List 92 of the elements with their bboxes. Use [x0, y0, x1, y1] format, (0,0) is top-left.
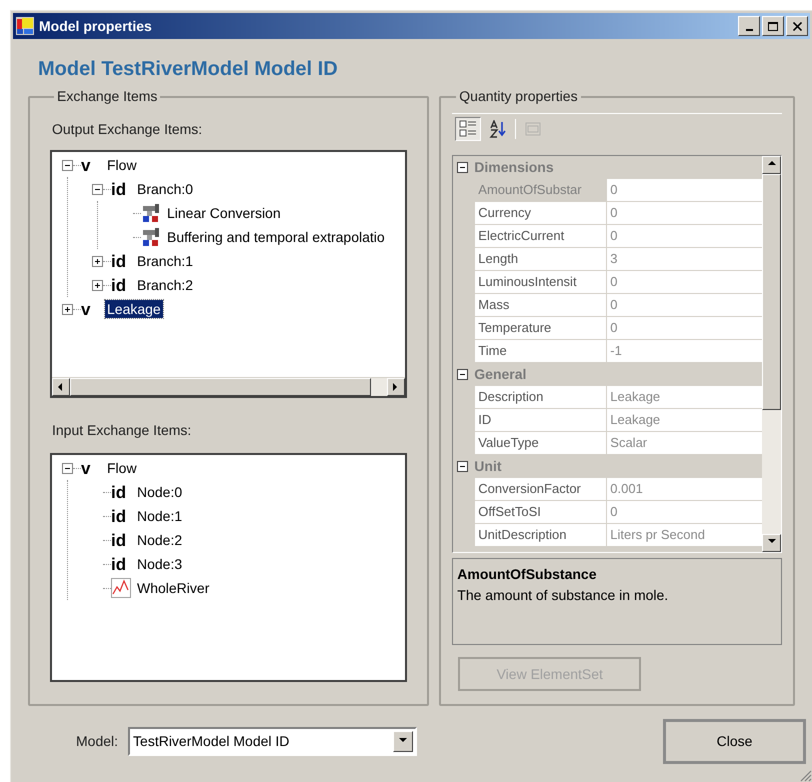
close-button[interactable]: [786, 16, 808, 36]
property-name-cell[interactable]: ID: [475, 409, 608, 431]
sort-az-icon: [489, 120, 508, 138]
property-value-cell: 0: [607, 501, 762, 523]
type-icon: id: [111, 508, 135, 524]
property-value-cell: -1: [607, 340, 762, 362]
expand-toggle[interactable]: [62, 462, 73, 474]
type-icon: v: [81, 300, 105, 318]
app-icon: [16, 17, 34, 35]
minimize-icon: [746, 28, 752, 30]
scrollbar-thumb[interactable]: [70, 378, 372, 396]
property-name-cell[interactable]: Time: [475, 340, 608, 362]
window-title: Model properties: [39, 16, 152, 36]
property-value-cell: Liters pr Second: [607, 524, 762, 546]
property-name-cell[interactable]: LuminousIntensit: [475, 271, 608, 293]
description-text: The amount of substance in mole.: [457, 586, 670, 605]
property-value-cell: Leakage: [607, 409, 762, 431]
input-items-label: Input Exchange Items:: [52, 421, 192, 440]
close-button[interactable]: Close: [663, 719, 806, 764]
categorized-list-icon: [459, 120, 478, 138]
property-name-cell[interactable]: Length: [475, 248, 608, 270]
tree-item[interactable]: Flow: [105, 156, 139, 174]
type-icon: id: [111, 484, 135, 500]
line-chart-icon: [111, 578, 131, 598]
property-name-cell[interactable]: ConversionFactor: [475, 478, 608, 500]
property-name-cell[interactable]: Temperature: [475, 317, 608, 339]
type-icon: id: [111, 556, 135, 572]
model-dropdown[interactable]: TestRiverModel Model ID: [128, 727, 418, 756]
collapse-toggle[interactable]: [457, 162, 468, 173]
output-items-label: Output Exchange Items:: [52, 120, 204, 139]
tree-item[interactable]: Node:3: [135, 555, 184, 573]
type-icon: v: [81, 460, 105, 476]
expand-toggle[interactable]: [92, 280, 103, 290]
close-icon: [792, 22, 802, 30]
tree-item[interactable]: WholeRiver: [135, 579, 212, 597]
property-name-cell[interactable]: UnitDescription: [475, 524, 608, 546]
property-value-cell: 3: [607, 248, 762, 270]
tree-item[interactable]: Buffering and temporal extrapolatio: [165, 228, 387, 246]
window-icon: [525, 122, 542, 136]
categorized-button[interactable]: [455, 116, 482, 140]
property-name-cell[interactable]: ValueType: [475, 432, 608, 454]
property-value-cell: 0.001: [607, 478, 762, 500]
type-icon: id: [111, 532, 135, 548]
converter-icon: [141, 227, 161, 247]
expand-toggle[interactable]: [92, 256, 103, 266]
property-value-cell: 0: [607, 317, 762, 339]
vertical-scrollbar[interactable]: [762, 156, 781, 552]
property-name-cell[interactable]: Currency: [475, 202, 608, 224]
group-legend: Quantity properties: [456, 86, 581, 107]
property-name-cell[interactable]: ElectricCurrent: [475, 225, 608, 247]
tree-item[interactable]: Flow: [105, 459, 139, 477]
description-title: AmountOfSubstance: [457, 565, 598, 584]
tree-item[interactable]: Leakage: [105, 300, 163, 318]
tree-item[interactable]: Node:2: [135, 531, 184, 549]
tree-item[interactable]: Node:0: [135, 483, 184, 501]
resize-grip-icon[interactable]: [800, 770, 812, 782]
group-legend: Exchange Items: [54, 86, 160, 107]
category-label: Dimensions: [474, 158, 554, 177]
maximize-icon: [768, 22, 778, 30]
expand-toggle[interactable]: [92, 184, 103, 194]
expand-toggle[interactable]: [62, 304, 73, 314]
converter-icon: [141, 203, 161, 223]
horizontal-scrollbar[interactable]: [52, 377, 406, 396]
collapse-toggle[interactable]: [457, 461, 468, 472]
collapse-toggle[interactable]: [457, 369, 468, 380]
tree-item[interactable]: Branch:2: [135, 276, 196, 294]
maximize-button[interactable]: [762, 16, 784, 36]
model-label: Model:: [76, 732, 118, 751]
property-name-cell[interactable]: Mass: [475, 294, 608, 316]
category-label: Unit: [474, 457, 502, 476]
type-icon: id: [111, 180, 135, 198]
property-value-cell: 0: [607, 202, 762, 224]
type-icon: id: [111, 276, 135, 294]
property-name-cell[interactable]: OffSetToSI: [475, 501, 608, 523]
property-name-cell[interactable]: Description: [475, 386, 608, 408]
category-label: General: [474, 365, 526, 384]
tree-item[interactable]: Node:1: [135, 507, 184, 525]
property-value-cell: 0: [607, 179, 762, 201]
property-value-cell: Scalar: [607, 432, 762, 454]
type-icon: id: [111, 252, 135, 270]
expand-toggle[interactable]: [62, 160, 73, 170]
minimize-button[interactable]: [738, 16, 760, 36]
tree-item[interactable]: Branch:0: [135, 180, 196, 198]
property-value-cell: 0: [607, 294, 762, 316]
property-value-cell: 0: [607, 271, 762, 293]
type-icon: v: [81, 156, 105, 174]
property-value-cell: Leakage: [607, 386, 762, 408]
model-heading: Model TestRiverModel Model ID: [38, 57, 339, 82]
tree-item[interactable]: Branch:1: [135, 252, 196, 270]
property-value-cell: 0: [607, 225, 762, 247]
tree-item[interactable]: Linear Conversion: [165, 204, 283, 222]
scrollbar-thumb[interactable]: [762, 174, 781, 410]
